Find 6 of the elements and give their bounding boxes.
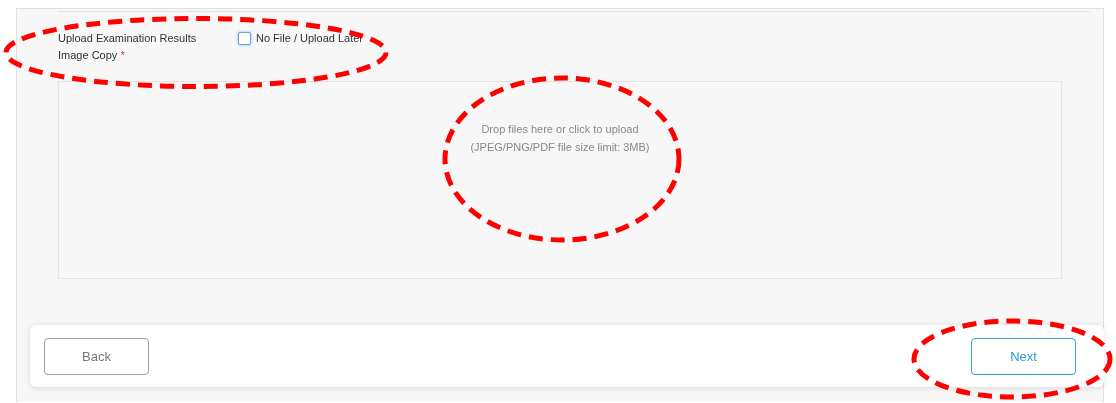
next-button[interactable]: Next <box>971 337 1076 375</box>
back-button[interactable]: Back <box>44 337 149 375</box>
dropzone-hint: Drop files here or click to upload <box>481 122 639 137</box>
checkbox[interactable] <box>238 32 251 45</box>
dropzone-hint: (JPEG/PNG/PDF file size limit: 3MB) <box>470 140 650 155</box>
field-label: Upload Examination Results Image Copy * <box>58 31 198 63</box>
